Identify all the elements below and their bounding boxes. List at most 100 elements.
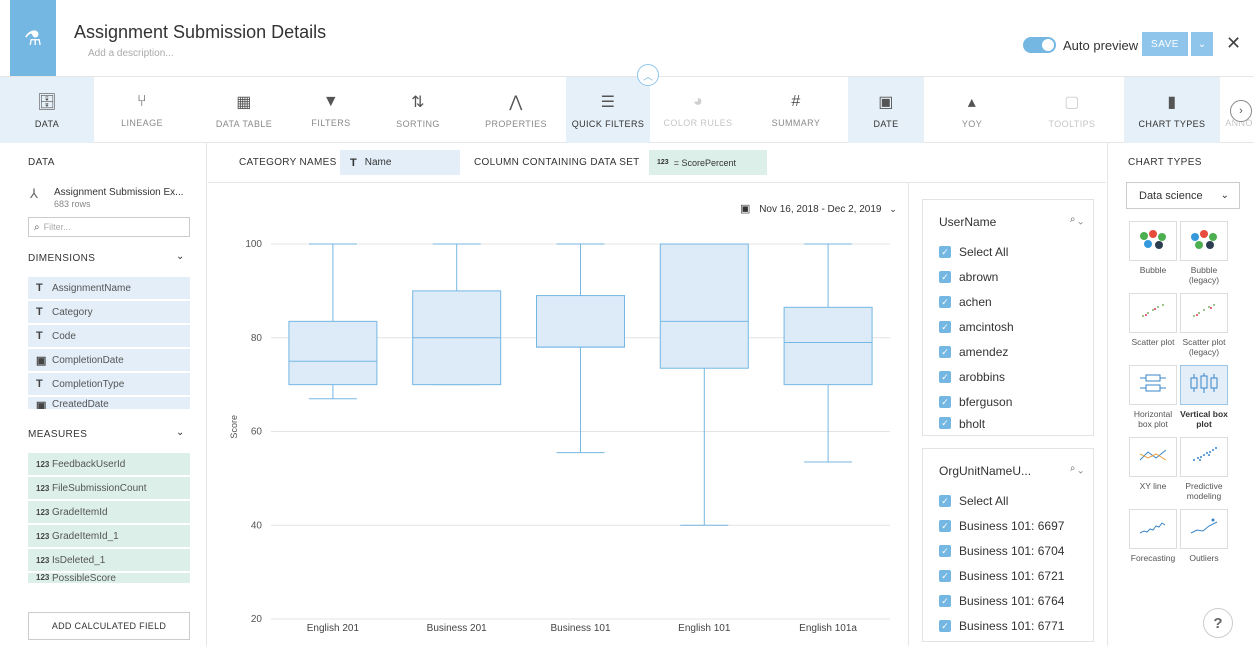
category-field-chip[interactable]: T Name bbox=[340, 150, 460, 175]
tab-data-table[interactable]: ▦ DATA TABLE bbox=[197, 77, 291, 143]
dimensions-chevron-icon[interactable]: ⌄ bbox=[176, 251, 184, 262]
dimension-field[interactable]: T Category bbox=[28, 301, 190, 323]
box-plot-chart[interactable]: 20 40 60 80 100 Score English 201 Business 201 B… bbox=[208, 225, 898, 646]
filter-option[interactable]: ✓ Business 101: 6704 bbox=[939, 541, 1064, 561]
filter-option[interactable]: ✓ bholt bbox=[939, 417, 985, 435]
measures-section-title[interactable]: MEASURES bbox=[28, 429, 87, 440]
column-field-chip[interactable]: 123 = ScorePercent bbox=[649, 150, 767, 175]
dimension-field[interactable]: ▣ CreatedDate bbox=[28, 397, 190, 409]
checkbox-checked-icon[interactable]: ✓ bbox=[939, 495, 951, 507]
date-range-picker[interactable]: ▣ Nov 16, 2018 - Dec 2, 2019 ⌄ bbox=[740, 202, 897, 215]
filter-option[interactable]: ✓ achen bbox=[939, 292, 992, 312]
text-type-icon: T bbox=[36, 306, 43, 318]
chart-type-vertical-box-plot[interactable] bbox=[1180, 365, 1228, 405]
chart-category-select[interactable]: Data science ⌄ bbox=[1126, 182, 1240, 209]
checkbox-checked-icon[interactable]: ✓ bbox=[939, 321, 951, 333]
checkbox-checked-icon[interactable]: ✓ bbox=[939, 271, 951, 283]
dataset-name[interactable]: Assignment Submission Ex... bbox=[54, 187, 184, 198]
tab-data[interactable]: 🗄 DATA bbox=[0, 77, 94, 143]
filter-option[interactable]: ✓ Select All bbox=[939, 491, 1008, 511]
tab-sorting[interactable]: ⇅ SORTING bbox=[370, 77, 466, 143]
checkbox-checked-icon[interactable]: ✓ bbox=[939, 396, 951, 408]
measures-chevron-icon[interactable]: ⌄ bbox=[176, 427, 184, 438]
checkbox-checked-icon[interactable]: ✓ bbox=[939, 417, 951, 429]
checkbox-checked-icon[interactable]: ✓ bbox=[939, 246, 951, 258]
description-input[interactable]: Add a description... bbox=[88, 48, 174, 59]
filter-option[interactable]: ✓ Business 101: 6721 bbox=[939, 566, 1064, 586]
filter-option[interactable]: ✓ amcintosh bbox=[939, 317, 1014, 337]
filter-option[interactable]: ✓ Select All bbox=[939, 242, 1008, 262]
checkbox-checked-icon[interactable]: ✓ bbox=[939, 545, 951, 557]
filter-option[interactable]: ✓ amendez bbox=[939, 342, 1008, 362]
filter-option-label: Business 101: 6764 bbox=[959, 594, 1065, 608]
save-button[interactable]: SAVE bbox=[1142, 32, 1188, 56]
measure-field[interactable]: 123 IsDeleted_1 bbox=[28, 549, 190, 571]
filter-option[interactable]: ✓ Business 101: 6697 bbox=[939, 516, 1064, 536]
dimension-field[interactable]: T Code bbox=[28, 325, 190, 347]
checkbox-checked-icon[interactable]: ✓ bbox=[939, 346, 951, 358]
checkbox-checked-icon[interactable]: ✓ bbox=[939, 371, 951, 383]
filter-option-label: amendez bbox=[959, 345, 1009, 359]
filter-field[interactable]: ⌕ Filter... bbox=[28, 217, 190, 237]
tab-date[interactable]: ▣ DATE bbox=[848, 77, 924, 143]
dimension-field[interactable]: ▣ CompletionDate bbox=[28, 349, 190, 371]
chart-type-xy-line[interactable] bbox=[1129, 437, 1177, 477]
tab-color-rules[interactable]: ◕ COLOR RULES bbox=[652, 77, 744, 143]
tab-quick-filters[interactable]: ☰ QUICK FILTERS bbox=[566, 77, 650, 143]
collapse-toolbar-icon[interactable]: ︿ bbox=[637, 64, 659, 86]
tab-chart-types[interactable]: ▮ CHART TYPES bbox=[1124, 77, 1220, 143]
number-type-icon: 123 bbox=[36, 555, 50, 565]
box bbox=[659, 243, 749, 369]
add-calculated-field-button[interactable]: ADD CALCULATED FIELD bbox=[28, 612, 190, 640]
checkbox-checked-icon[interactable]: ✓ bbox=[939, 595, 951, 607]
checkbox-checked-icon[interactable]: ✓ bbox=[939, 620, 951, 632]
chart-type-scatter-plot-legacy[interactable] bbox=[1180, 293, 1228, 333]
filter-search-icon[interactable]: ⌕ ⌄ bbox=[1070, 214, 1083, 225]
chart-type-horizontal-box-plot[interactable] bbox=[1129, 365, 1177, 405]
close-icon[interactable]: ✕ bbox=[1226, 33, 1241, 54]
tab-label: COLOR RULES bbox=[663, 117, 733, 128]
measure-field[interactable]: 123 FeedbackUserId bbox=[28, 453, 190, 475]
measure-field[interactable]: 123 GradeItemId_1 bbox=[28, 525, 190, 547]
number-type-icon: 123 bbox=[36, 459, 50, 469]
checkbox-checked-icon[interactable]: ✓ bbox=[939, 520, 951, 532]
chart-type-scatter-plot[interactable] bbox=[1129, 293, 1177, 333]
measure-field[interactable]: 123 GradeItemId bbox=[28, 501, 190, 523]
sort-icon: ⇅ bbox=[411, 93, 425, 111]
help-button[interactable]: ? bbox=[1203, 608, 1233, 638]
filter-option[interactable]: ✓ Business 101: 6764 bbox=[939, 591, 1064, 611]
tab-lineage[interactable]: ⑂ LINEAGE bbox=[95, 77, 189, 143]
chart-type-predictive-modeling[interactable] bbox=[1180, 437, 1228, 477]
tab-tooltips[interactable]: ▢ TOOLTIPS bbox=[1024, 77, 1120, 143]
tab-filters[interactable]: ▼ FILTERS bbox=[292, 77, 370, 143]
tooltip-icon: ▢ bbox=[1064, 93, 1080, 111]
chart-type-forecasting[interactable] bbox=[1129, 509, 1177, 549]
checkbox-checked-icon[interactable]: ✓ bbox=[939, 570, 951, 582]
properties-icon: ⋀ bbox=[509, 93, 523, 111]
chart-type-outliers[interactable] bbox=[1180, 509, 1228, 549]
checkbox-checked-icon[interactable]: ✓ bbox=[939, 296, 951, 308]
save-dropdown-chevron-icon[interactable]: ⌄ bbox=[1191, 32, 1213, 56]
number-type-icon: 123 bbox=[36, 573, 50, 582]
chart-type-bubble-legacy[interactable] bbox=[1180, 221, 1228, 261]
tab-summary[interactable]: # SUMMARY bbox=[747, 77, 845, 143]
filter-option[interactable]: ✓ Business 101: 6771 bbox=[939, 616, 1064, 636]
filter-option[interactable]: ✓ abrown bbox=[939, 267, 998, 287]
measure-field[interactable]: 123 FileSubmissionCount bbox=[28, 477, 190, 499]
dimension-field[interactable]: T AssignmentName bbox=[28, 277, 190, 299]
scroll-right-icon[interactable]: › bbox=[1230, 100, 1252, 122]
field-name: AssignmentName bbox=[52, 282, 131, 294]
tab-properties[interactable]: ⋀ PROPERTIES bbox=[470, 77, 562, 143]
chart-type-bubble[interactable] bbox=[1129, 221, 1177, 261]
x-tick-label: Business 101 bbox=[550, 623, 610, 634]
filter-option[interactable]: ✓ arobbins bbox=[939, 367, 1005, 387]
dimension-field[interactable]: T CompletionType bbox=[28, 373, 190, 395]
filter-placeholder: Filter... bbox=[43, 222, 71, 232]
dimensions-section-title[interactable]: DIMENSIONS bbox=[28, 253, 95, 264]
filter-search-icon[interactable]: ⌕ ⌄ bbox=[1070, 463, 1083, 474]
tab-yoy[interactable]: ▴ YOY bbox=[924, 77, 1020, 143]
measure-field[interactable]: 123 PossibleScore bbox=[28, 573, 190, 583]
page-title[interactable]: Assignment Submission Details bbox=[74, 22, 326, 43]
auto-preview-toggle[interactable] bbox=[1023, 37, 1056, 53]
filter-option[interactable]: ✓ bferguson bbox=[939, 392, 1012, 412]
